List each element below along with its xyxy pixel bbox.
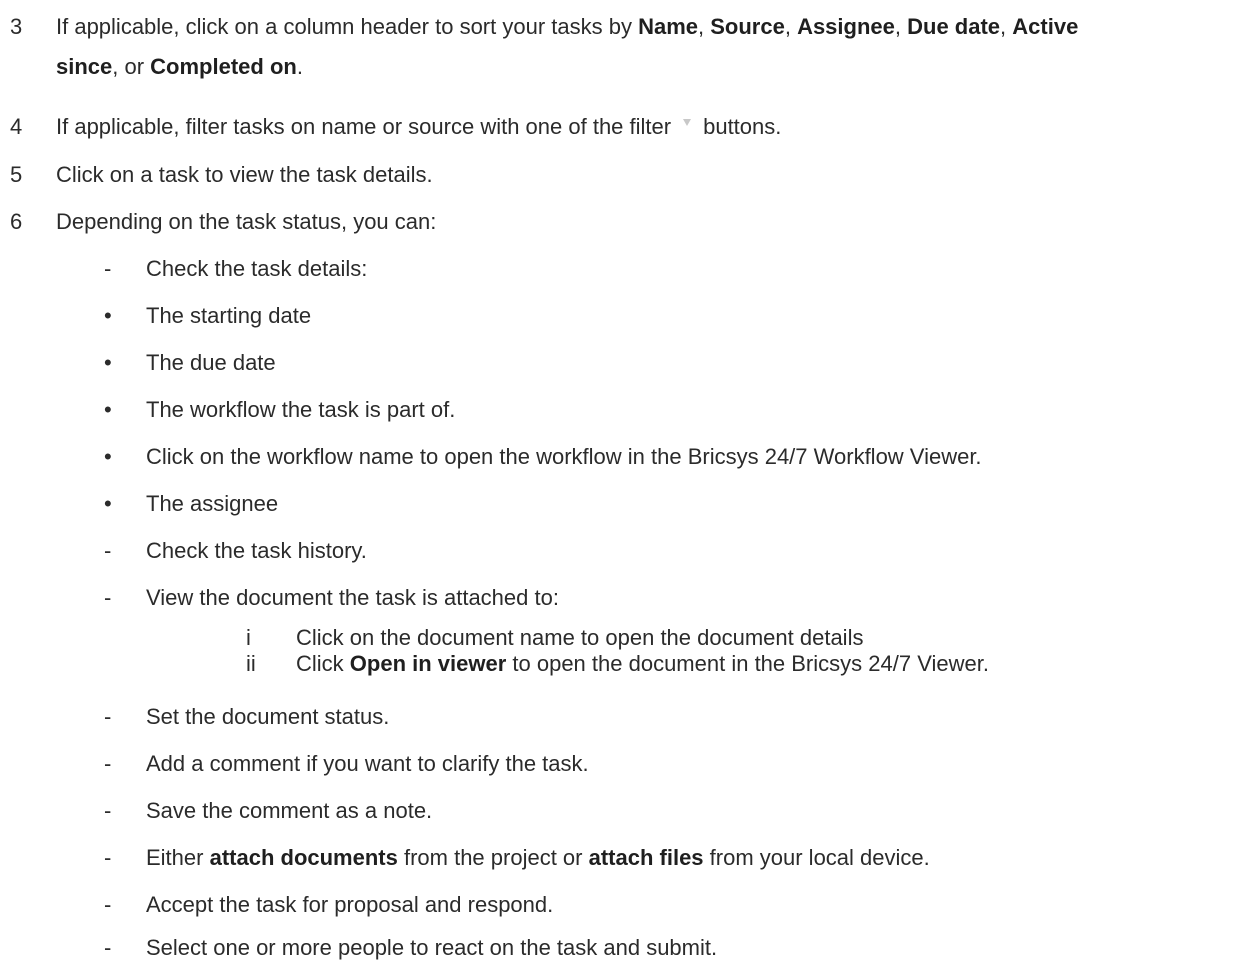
step-text: If applicable, filter tasks on name or s… (56, 114, 782, 139)
dash-marker: - (104, 256, 112, 281)
step-text: Depending on the task status, you can: (56, 209, 437, 234)
bold-assignee: Assignee (797, 14, 895, 39)
sub-item-text: Check the task details: (146, 256, 368, 281)
roman-marker: ii (246, 651, 256, 676)
sub-item-text: Either attach documents from the project… (146, 845, 930, 870)
sub-item-text: The workflow the task is part of. (146, 397, 456, 422)
sub-item-text: The assignee (146, 491, 279, 516)
bullet-marker: • (104, 397, 112, 422)
bold-name: Name (638, 14, 698, 39)
dash-marker: - (104, 751, 112, 776)
step-number: 3 (10, 14, 23, 39)
bold-since: since (56, 54, 113, 79)
bullet-marker: • (104, 350, 112, 375)
step-text: since, or Completed on. (56, 54, 303, 79)
bold-source: Source (710, 14, 785, 39)
dash-marker: - (104, 845, 112, 870)
sub-item-text: Click on the workflow name to open the w… (146, 444, 982, 469)
bullet-marker: • (104, 303, 112, 328)
bold-active: Active (1012, 14, 1079, 39)
bold-attach-files: attach files (588, 845, 704, 870)
dash-marker: - (104, 935, 112, 960)
sub-item-text: View the document the task is attached t… (146, 585, 559, 610)
sub-item-text: Select one or more people to react on th… (146, 935, 718, 960)
sub-item-text: Check the task history. (146, 538, 367, 563)
dash-marker: - (104, 704, 112, 729)
bold-open-in-viewer: Open in viewer (349, 651, 507, 676)
sub-item-text: Set the document status. (146, 704, 390, 729)
sub-item-text: Accept the task for proposal and respond… (146, 892, 554, 917)
bullet-marker: • (104, 444, 112, 469)
dash-marker: - (104, 538, 112, 563)
help-document: 3 If applicable, click on a column heade… (0, 0, 1258, 960)
dash-marker: - (104, 585, 112, 610)
bullet-marker: • (104, 491, 112, 516)
step-text: If applicable, click on a column header … (56, 14, 1079, 39)
bold-due-date: Due date (907, 14, 1001, 39)
sub-item-text: Save the comment as a note. (146, 798, 433, 823)
dash-marker: - (104, 798, 112, 823)
sub-item-text: Add a comment if you want to clarify the… (146, 751, 589, 776)
bold-completed-on: Completed on (150, 54, 297, 79)
sub-item-text: The starting date (146, 303, 312, 328)
step-text: Click on a task to view the task details… (56, 162, 433, 187)
roman-item-text: Click Open in viewer to open the documen… (296, 651, 989, 676)
step-number: 4 (10, 114, 23, 139)
step-number: 5 (10, 162, 23, 187)
bold-attach-documents: attach documents (209, 845, 398, 870)
sub-item-text: The due date (146, 350, 276, 375)
step-number: 6 (10, 209, 23, 234)
roman-marker: i (246, 625, 251, 650)
dash-marker: - (104, 892, 112, 917)
filter-icon (683, 118, 692, 126)
roman-item-text: Click on the document name to open the d… (296, 625, 864, 650)
